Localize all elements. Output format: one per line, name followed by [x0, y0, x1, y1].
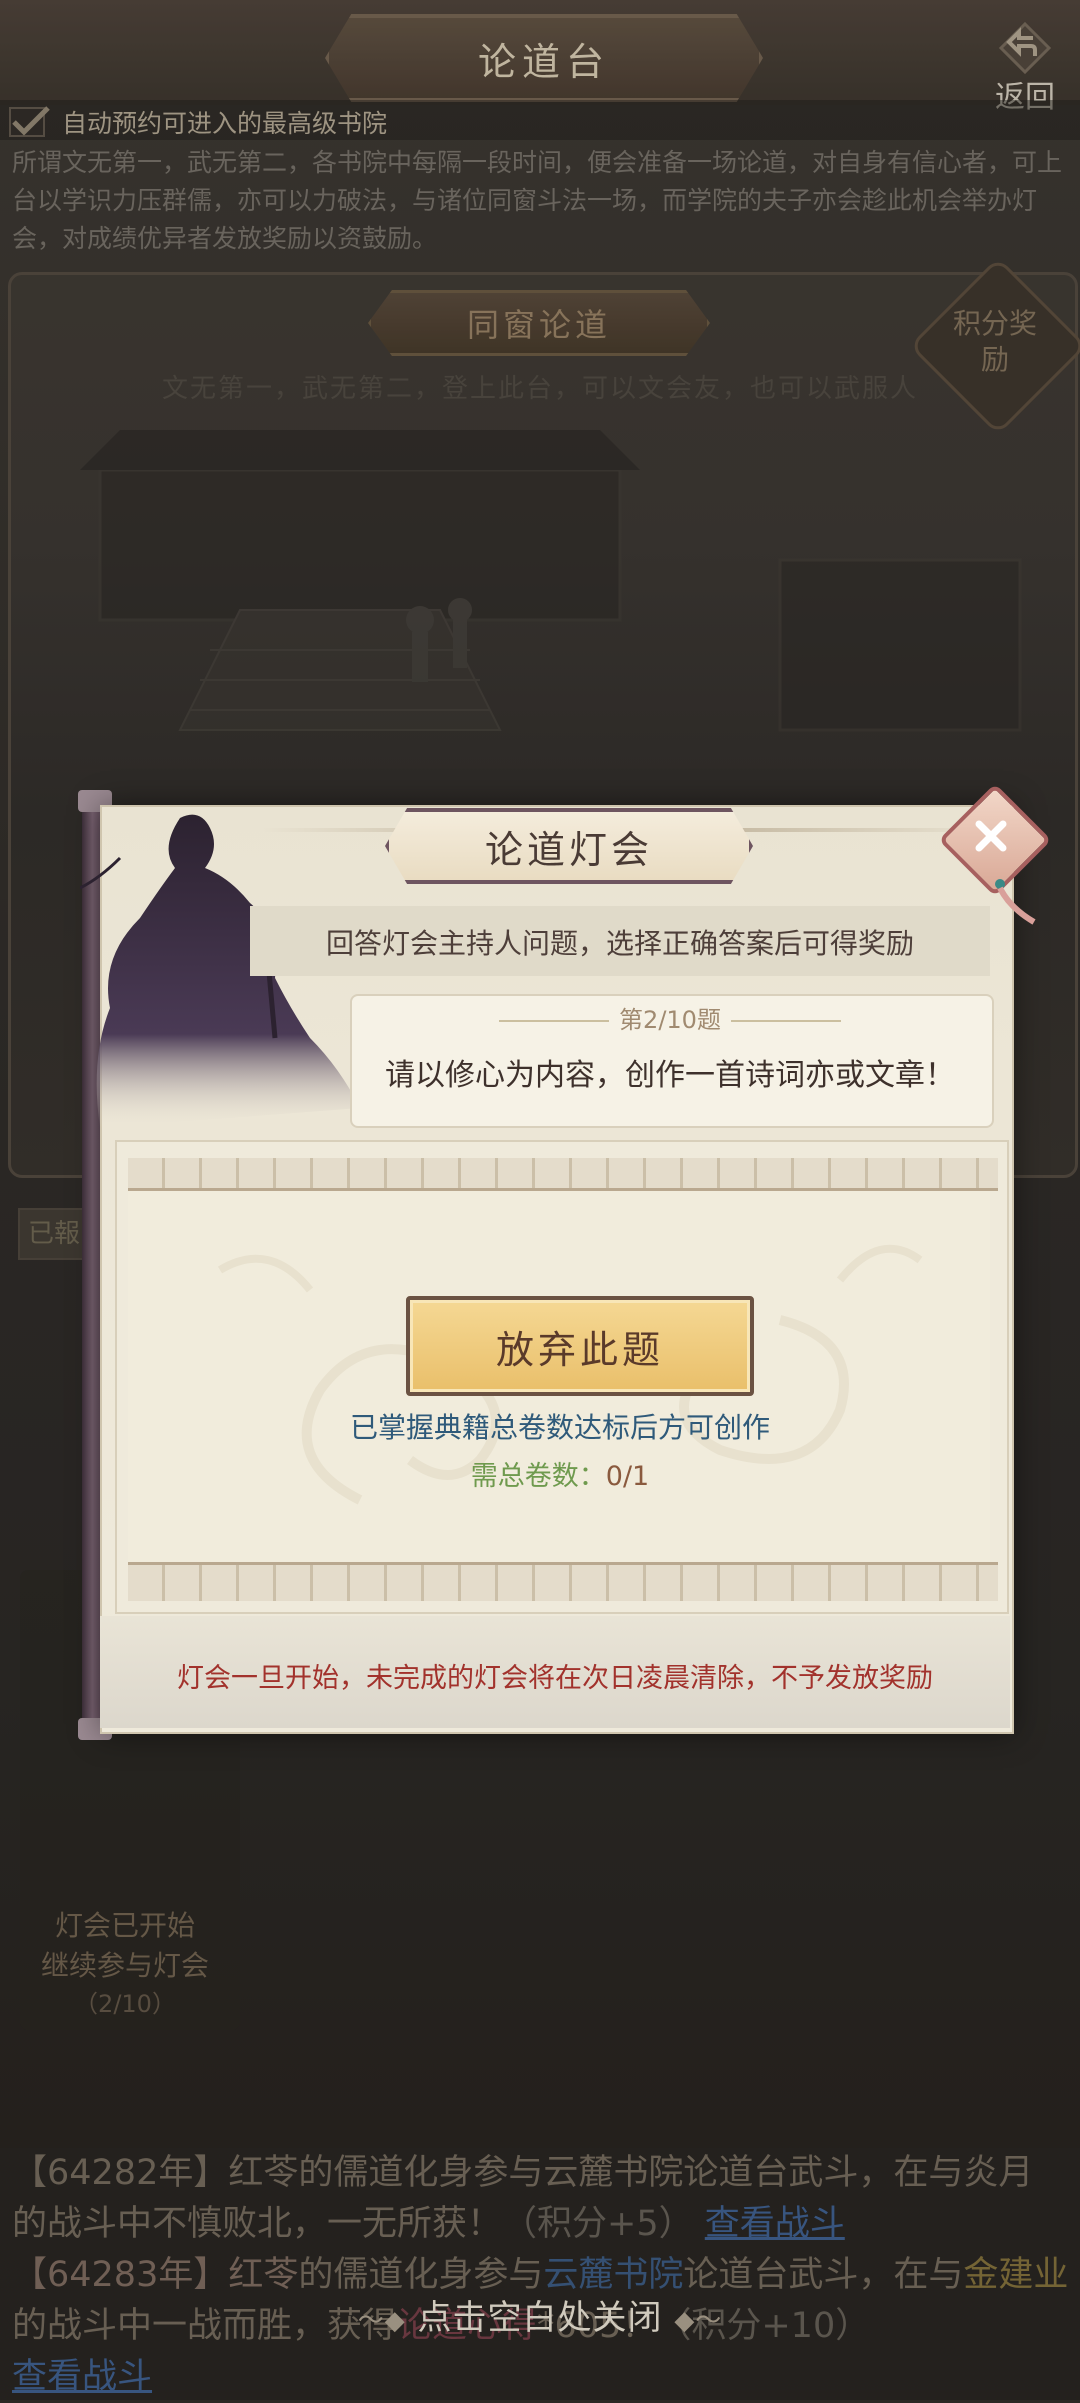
scroll-rail-bottom — [128, 1562, 998, 1601]
dialog-title-plate: 论道灯会 — [385, 808, 753, 884]
divider — [499, 1020, 610, 1022]
abandon-question-label: 放弃此题 — [495, 1327, 664, 1372]
scroll-rail-top — [128, 1158, 998, 1191]
warning-text: 灯会一旦开始，未完成的灯会将在次日凌晨清除，不予发放奖励 — [177, 1663, 933, 1694]
required-volume-label: 需总卷数： — [470, 1461, 606, 1492]
question-text: 请以修心为内容，创作一首诗词亦或文章！ — [385, 1058, 955, 1093]
question-number: 第2/10题 — [350, 1000, 990, 1035]
close-x-icon[interactable] — [965, 810, 1017, 862]
instruction-text: 回答灯会主持人问题，选择正确答案后可得奖励 — [325, 927, 914, 960]
question-number-label: 第2/10题 — [619, 1006, 721, 1034]
abandon-question-button[interactable]: 放弃此题 — [406, 1296, 754, 1396]
dialog-title: 论道灯会 — [484, 827, 653, 872]
required-volume-count: 需总卷数：0/1 — [115, 1454, 1005, 1493]
requirement-text: 已掌握典籍总卷数达标后方可创作 — [349, 1411, 770, 1444]
divider — [730, 1020, 841, 1022]
tassel-icon — [995, 879, 1036, 925]
required-volume-value: 0/1 — [605, 1461, 650, 1492]
